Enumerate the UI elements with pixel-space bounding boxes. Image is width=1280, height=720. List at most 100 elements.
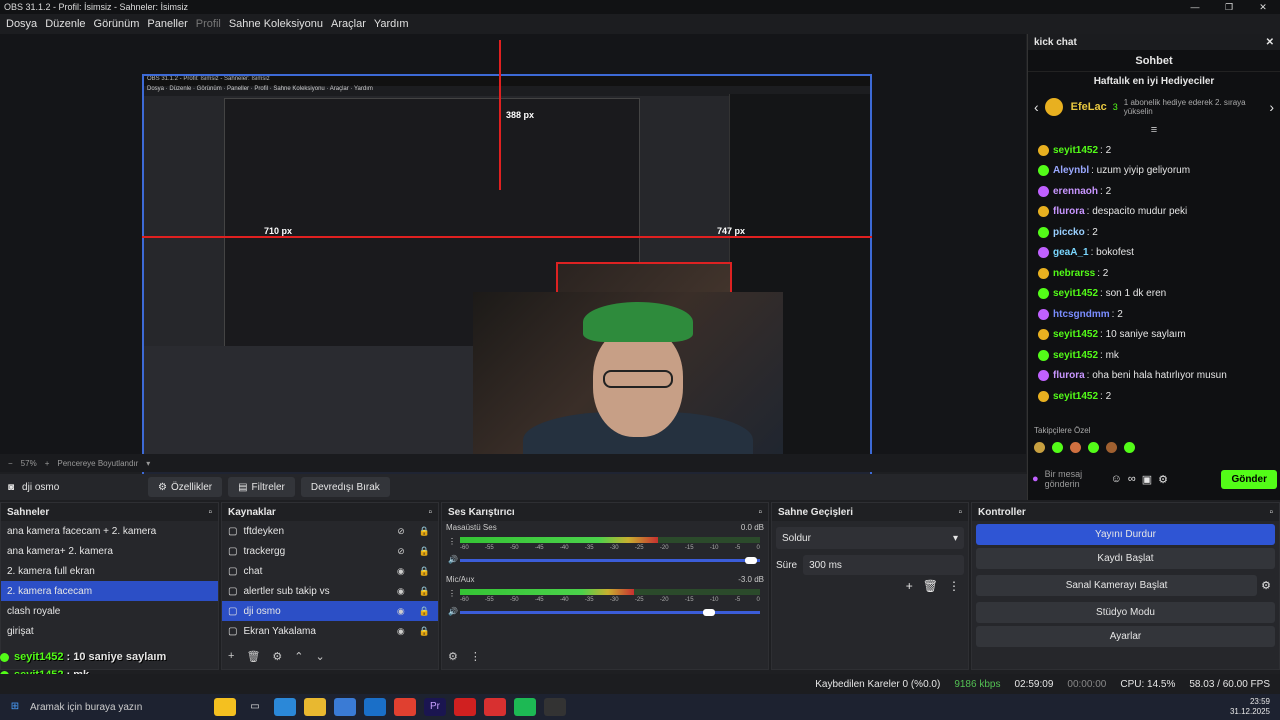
trash-icon[interactable]: 🗑	[923, 579, 938, 593]
close-button[interactable]: ✕	[1246, 2, 1280, 13]
emote-icon[interactable]	[1106, 442, 1117, 453]
eye-hidden-icon[interactable]: ⊘	[397, 526, 405, 537]
zoom-level[interactable]: 57%	[21, 459, 37, 468]
studio-mode-button[interactable]: Stüdyo Modu	[976, 602, 1275, 623]
more-icon[interactable]: ⋮	[948, 579, 960, 593]
spotify-icon[interactable]	[514, 698, 536, 716]
chat-username[interactable]: seyit1452	[1053, 391, 1098, 402]
chevron-right-icon[interactable]: ›	[1269, 99, 1274, 115]
chevron-left-icon[interactable]: ‹	[1034, 99, 1039, 115]
scene-item[interactable]: ana kamera+ 2. kamera	[1, 541, 218, 561]
filters-button[interactable]: ▤ Filtreler	[228, 477, 295, 497]
preview-area[interactable]: OBS 31.1.2 - Profil: İsimsiz - Sahneler:…	[0, 34, 1026, 485]
emote-icon[interactable]	[1088, 442, 1099, 453]
volume-slider[interactable]	[460, 559, 760, 562]
lock-icon[interactable]: 🔒	[419, 586, 430, 597]
scene-item[interactable]: ana kamera facecam + 2. kamera	[1, 521, 218, 541]
start-icon[interactable]: ⊞	[4, 698, 26, 716]
zoom-mode[interactable]: Pencereye Boyutlandır	[57, 459, 138, 468]
undock-icon[interactable]: ▫	[208, 507, 212, 518]
send-button[interactable]: Gönder	[1221, 469, 1277, 489]
chat-username[interactable]: piccko	[1053, 227, 1085, 238]
lock-icon[interactable]: 🔒	[419, 566, 430, 577]
menu-edit[interactable]: Düzenle	[45, 18, 85, 30]
eye-icon[interactable]: ◉	[397, 626, 405, 637]
taskbar-search[interactable]: Aramak için buraya yazın	[30, 702, 210, 713]
scene-item[interactable]: girişat	[1, 621, 218, 641]
source-item[interactable]: ▢ tftdeyken ⊘ 🔒	[222, 521, 438, 541]
lock-icon[interactable]: 🔒	[419, 526, 430, 537]
arrow-down-icon[interactable]: ⌄	[316, 650, 325, 663]
chat-username[interactable]: flurora	[1053, 206, 1085, 217]
emote-icon[interactable]	[1034, 442, 1045, 453]
undock-icon[interactable]: ▫	[958, 507, 962, 518]
calculator-icon[interactable]	[334, 698, 356, 716]
source-item[interactable]: ▢ Ekran Yakalama ◉ 🔒	[222, 621, 438, 641]
chat-username[interactable]: htcsgndmm	[1053, 309, 1110, 320]
volume-knob[interactable]	[703, 609, 715, 616]
emote-icon[interactable]	[1070, 442, 1081, 453]
more-icon[interactable]: ⋮	[470, 650, 481, 663]
eye-hidden-icon[interactable]: ⊘	[397, 546, 405, 557]
eye-icon[interactable]: ◉	[397, 606, 405, 617]
gear-icon[interactable]: ⚙	[272, 650, 282, 663]
premiere-icon[interactable]: Pr	[424, 698, 446, 716]
menu-view[interactable]: Görünüm	[94, 18, 140, 30]
arrow-up-icon[interactable]: ⌃	[294, 650, 303, 663]
menu-help[interactable]: Yardım	[374, 18, 409, 30]
scene-item[interactable]: clash royale	[1, 601, 218, 621]
camera-source[interactable]	[473, 292, 783, 468]
chat-username[interactable]: seyit1452	[1053, 145, 1098, 156]
start-virtual-cam-button[interactable]: Sanal Kamerayı Başlat	[976, 575, 1258, 596]
more-icon[interactable]: ⋮	[448, 537, 456, 546]
menu-file[interactable]: Dosya	[6, 18, 37, 30]
transition-select[interactable]: Soldur ▾	[776, 527, 964, 549]
source-item[interactable]: ▢ chat ◉ 🔒	[222, 561, 438, 581]
chat-username[interactable]: seyit1452	[1053, 329, 1098, 340]
zoom-minus-icon[interactable]: −	[8, 459, 13, 468]
infinity-icon[interactable]: ∞	[1128, 473, 1136, 485]
chat-username[interactable]: erennaoh	[1053, 186, 1098, 197]
volume-slider[interactable]	[460, 611, 760, 614]
source-item[interactable]: ▢ trackergg ⊘ 🔒	[222, 541, 438, 561]
speaker-icon[interactable]: 🔊	[448, 607, 458, 616]
lock-icon[interactable]: 🔒	[419, 546, 430, 557]
source-item[interactable]: ▢ dji osmo ◉ 🔒	[222, 601, 438, 621]
properties-button[interactable]: ⚙ Özellikler	[148, 477, 223, 497]
menu-docks[interactable]: Paneller	[147, 18, 187, 30]
menu-profile[interactable]: Profil	[196, 18, 221, 30]
menu-scene-collection[interactable]: Sahne Koleksiyonu	[229, 18, 323, 30]
clock[interactable]: 23:59 31.12.2025	[1230, 697, 1270, 717]
lock-icon[interactable]: 🔒	[419, 606, 430, 617]
lock-icon[interactable]: 🔒	[419, 626, 430, 637]
chrome-icon[interactable]	[394, 698, 416, 716]
emote-icon[interactable]	[1052, 442, 1063, 453]
copilot-icon[interactable]	[214, 698, 236, 716]
opera-icon[interactable]	[454, 698, 476, 716]
outlook-icon[interactable]	[364, 698, 386, 716]
start-recording-button[interactable]: Kaydı Başlat	[976, 548, 1275, 569]
chat-username[interactable]: nebrarss	[1053, 268, 1095, 279]
undock-icon[interactable]: ▫	[758, 507, 762, 518]
settings-icon[interactable]: ⚙	[1158, 473, 1168, 486]
minimize-button[interactable]: —	[1178, 2, 1212, 12]
close-icon[interactable]: ✕	[1266, 37, 1274, 48]
duration-input[interactable]: 300 ms	[803, 555, 964, 575]
obs-icon[interactable]	[544, 698, 566, 716]
stop-stream-button[interactable]: Yayını Durdur	[976, 524, 1275, 545]
volume-knob[interactable]	[745, 557, 757, 564]
mic-icon[interactable]: ●	[1032, 473, 1039, 485]
edge-icon[interactable]	[274, 698, 296, 716]
gift-icon[interactable]: ▣	[1142, 473, 1152, 486]
task-view-icon[interactable]: ▭	[244, 698, 266, 716]
eye-icon[interactable]: ◉	[397, 586, 405, 597]
deactivate-button[interactable]: Devredışı Bırak	[300, 477, 390, 497]
pinned-toggle-icon[interactable]: ≡	[1028, 124, 1280, 140]
emoji-icon[interactable]: ☺	[1111, 473, 1122, 485]
advanced-audio-icon[interactable]: ⚙	[448, 650, 458, 663]
add-icon[interactable]: +	[906, 579, 913, 593]
zoom-plus-icon[interactable]: +	[45, 459, 50, 468]
chat-input[interactable]: Bir mesaj gönderin	[1045, 469, 1105, 489]
chat-username[interactable]: Aleynbl	[1053, 165, 1089, 176]
emote-icon[interactable]	[1124, 442, 1135, 453]
